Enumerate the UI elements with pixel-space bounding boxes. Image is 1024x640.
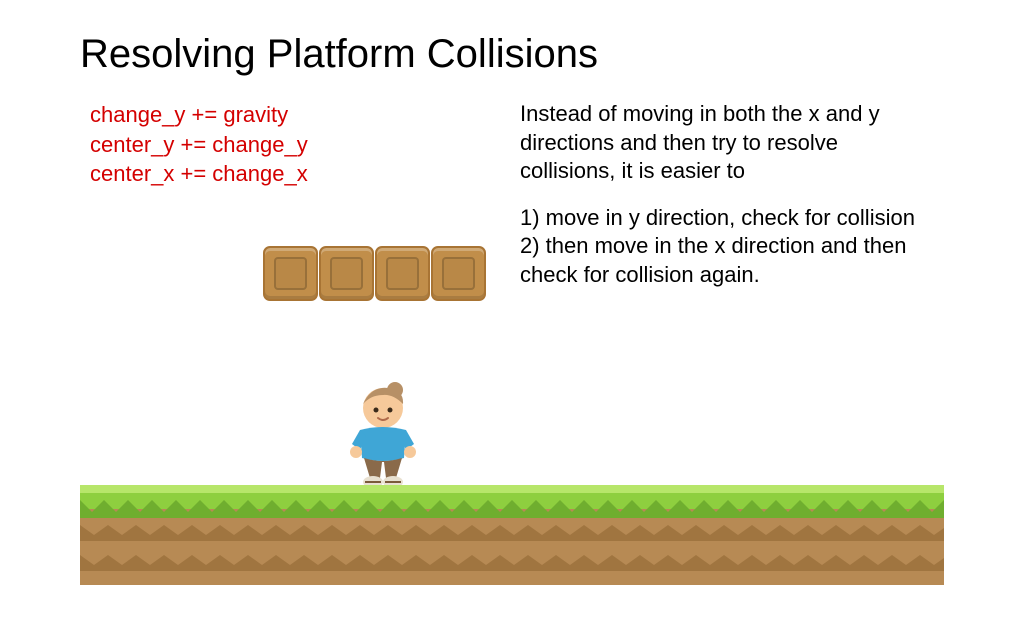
code-line-2: center_y += change_y <box>90 130 308 160</box>
box-icon <box>263 246 318 301</box>
explanation-step-1: 1) move in y direction, check for collis… <box>520 204 920 233</box>
dirt-zigzag-icon <box>80 525 944 541</box>
box-icon <box>319 246 374 301</box>
code-line-1: change_y += gravity <box>90 100 308 130</box>
character-sprite <box>338 380 428 490</box>
box-icon <box>375 246 430 301</box>
grass-highlight <box>80 485 944 493</box>
slide-title: Resolving Platform Collisions <box>80 32 598 77</box>
explanation-block: Instead of moving in both the x and y di… <box>520 100 920 290</box>
explanation-step-2: 2) then move in the x direction and then… <box>520 232 920 289</box>
code-block: change_y += gravity center_y += change_y… <box>90 100 308 189</box>
dirt-zigzag-icon <box>80 555 944 571</box>
grass-layer <box>80 485 944 509</box>
grass-zigzag-icon <box>80 500 944 518</box>
explanation-intro: Instead of moving in both the x and y di… <box>520 100 920 186</box>
code-line-3: center_x += change_x <box>90 159 308 189</box>
platform-boxes <box>263 246 486 301</box>
ground-tile <box>80 485 944 585</box>
box-icon <box>431 246 486 301</box>
